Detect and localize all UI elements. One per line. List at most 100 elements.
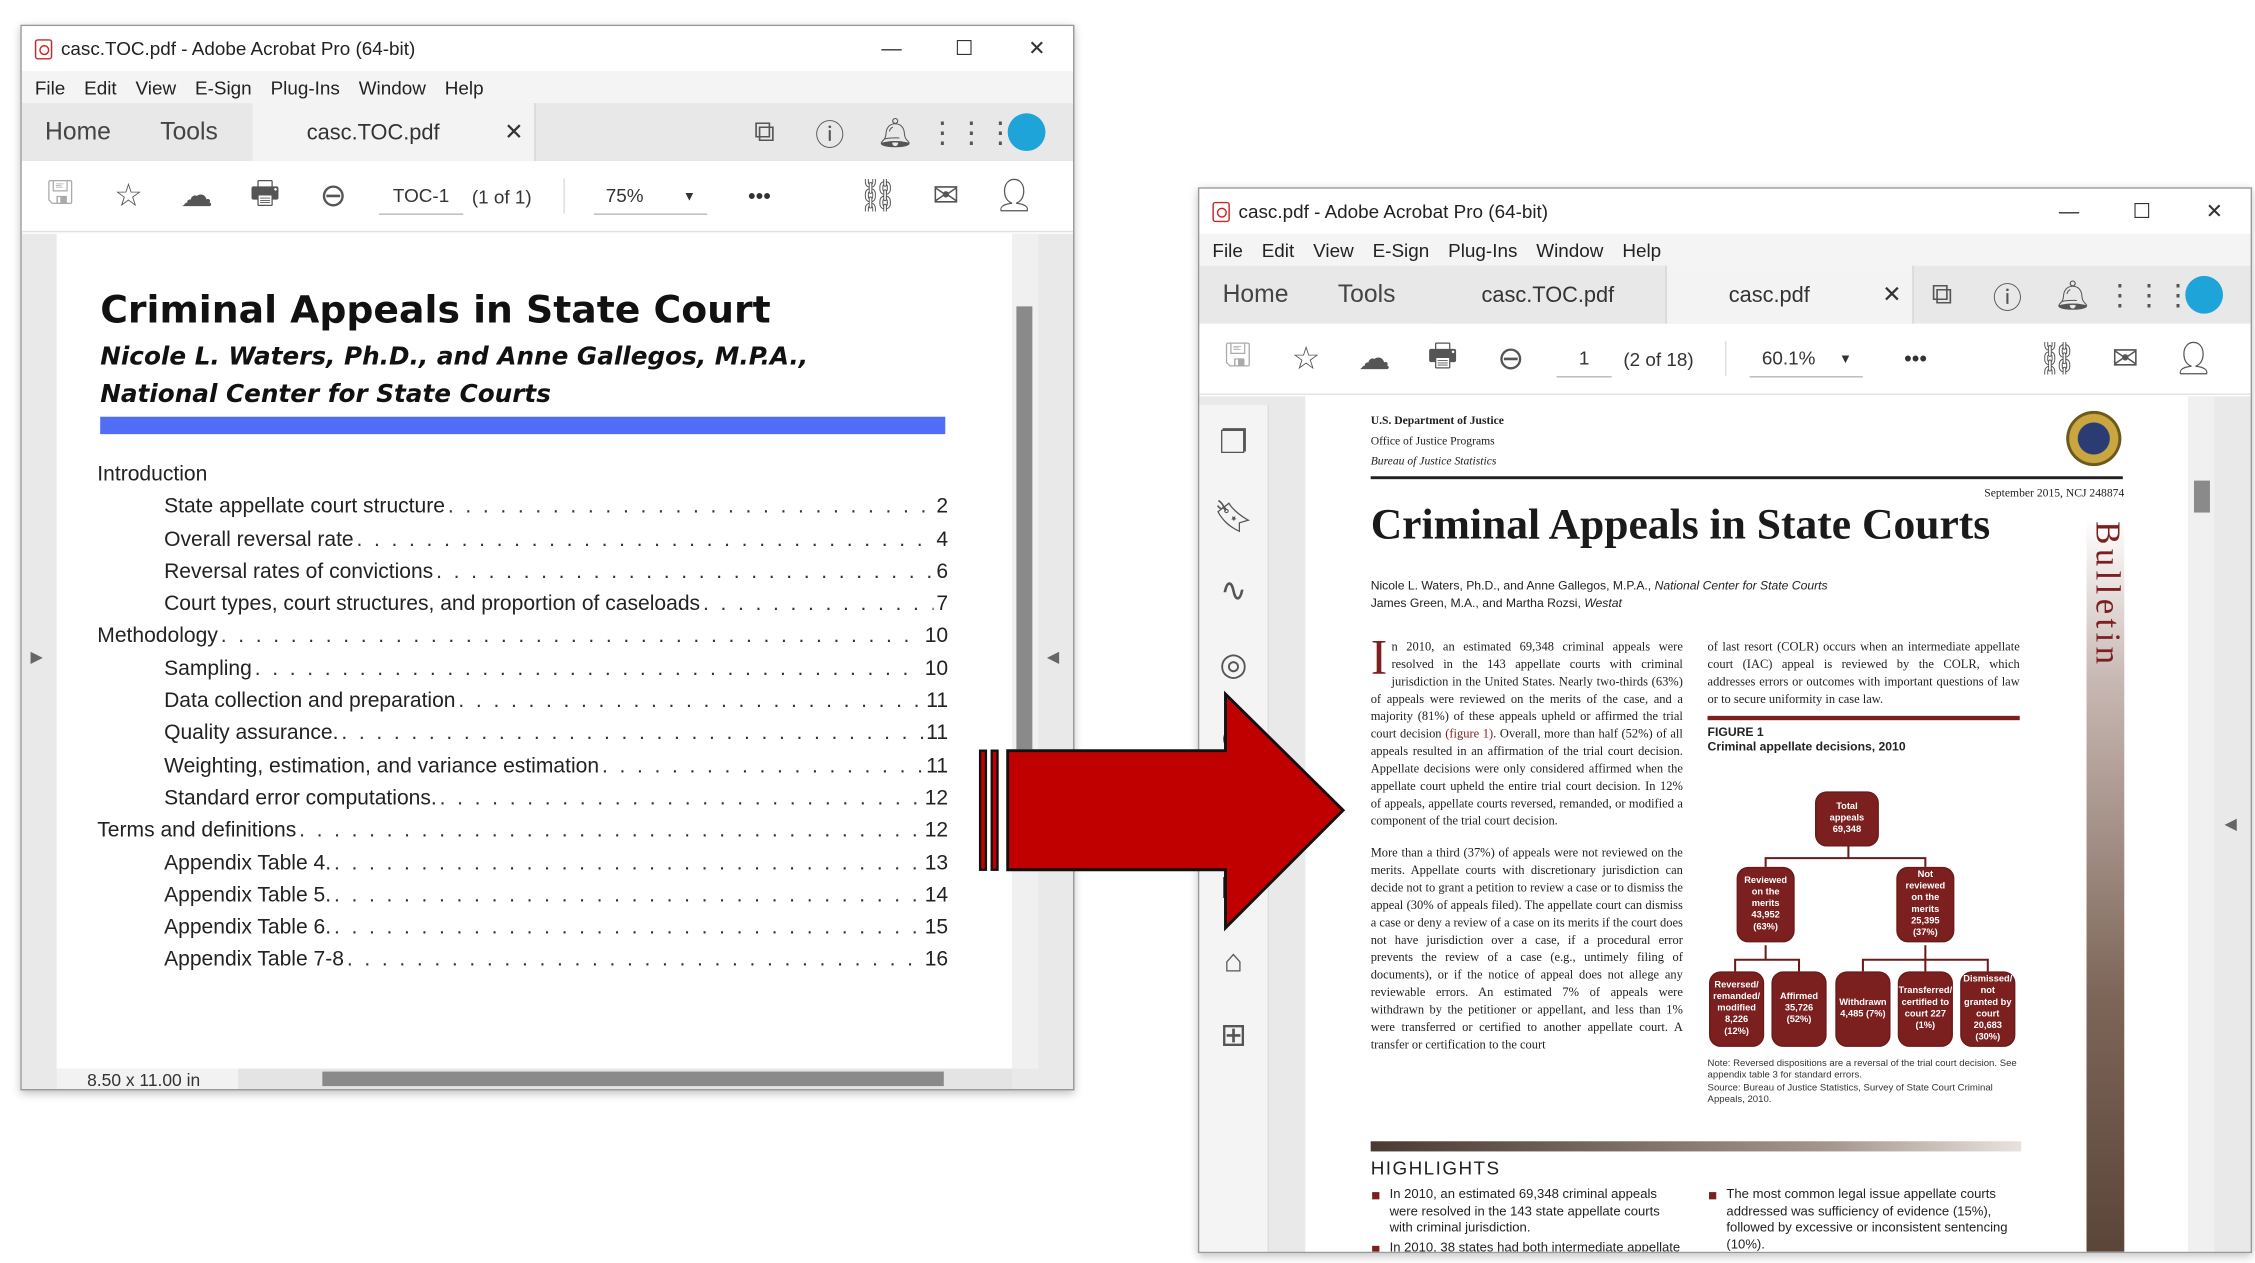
attachments-icon[interactable]: ∿ (1220, 553, 1247, 627)
horizontal-scrollbar-thumb[interactable] (322, 1071, 944, 1087)
avatar[interactable] (993, 113, 1058, 152)
expand-left-panel-icon[interactable]: ▶ (30, 648, 42, 666)
toc-entry[interactable]: Quality assurance. . . . . . . . . . . .… (97, 718, 948, 750)
bookmarks-icon[interactable]: 🔖︎ (1213, 479, 1254, 553)
bookmark-star-icon[interactable]: ☆ (94, 177, 162, 215)
bookmark-star-icon[interactable]: ☆ (1272, 340, 1340, 378)
scrollbar-thumb[interactable] (1016, 306, 1033, 750)
toc-entry[interactable]: Overall reversal rate . . . . . . . . . … (97, 524, 948, 556)
minimize-button[interactable]: — (855, 26, 928, 71)
toc-entry[interactable]: Methodology . . . . . . . . . . . . . . … (97, 621, 948, 653)
toc-entry[interactable]: Data collection and preparation . . . . … (97, 685, 948, 717)
toc-entry-page: 10 (924, 625, 949, 649)
tab-tools[interactable]: Tools (160, 118, 218, 147)
menu-plugins[interactable]: Plug-Ins (1448, 239, 1517, 261)
close-window-button[interactable]: ✕ (2178, 189, 2251, 234)
zoom-search-icon[interactable]: ⊖ (299, 177, 367, 215)
apps-grid-icon[interactable]: ⋮⋮⋮ (928, 114, 1015, 150)
maximize-button[interactable]: ☐ (928, 26, 1001, 71)
vertical-scrollbar[interactable] (2188, 396, 2215, 1252)
toc-entry[interactable]: Sampling . . . . . . . . . . . . . . . .… (97, 653, 948, 685)
email-icon[interactable]: ✉ (2091, 340, 2159, 378)
menu-window[interactable]: Window (1536, 239, 1603, 261)
close-tab-button[interactable]: ✕ (1872, 280, 1913, 309)
toc-entry-page: 11 (926, 754, 949, 778)
menu-plugins[interactable]: Plug-Ins (271, 76, 340, 98)
help-icon[interactable]: ⓘ (797, 111, 862, 153)
vertical-scrollbar[interactable] (1012, 233, 1039, 1069)
zoom-select[interactable]: 75% ▼ (594, 177, 708, 215)
menu-file[interactable]: File (35, 76, 65, 98)
toc-entry-title: Weighting, estimation, and variance esti… (164, 754, 600, 778)
close-tab-button[interactable]: ✕ (494, 118, 535, 147)
scrollbar-thumb[interactable] (2193, 480, 2210, 513)
bell-icon[interactable]: 🔔︎ (862, 114, 927, 150)
avatar[interactable] (2171, 275, 2236, 314)
toc-entry[interactable]: Appendix Table 4. . . . . . . . . . . . … (97, 847, 948, 879)
share-screen-icon[interactable]: ⧉ (732, 115, 797, 148)
menu-esign[interactable]: E-Sign (1373, 239, 1430, 261)
toc-entry[interactable]: Weighting, estimation, and variance esti… (97, 750, 948, 782)
doc-tab-label: casc.TOC.pdf (1481, 282, 1615, 308)
toc-entry[interactable]: Terms and definitions . . . . . . . . . … (97, 815, 948, 847)
menu-help[interactable]: Help (1622, 239, 1661, 261)
print-icon[interactable]: 🖶 (1408, 331, 1476, 386)
tab-home[interactable]: Home (1223, 280, 1289, 309)
tab-home[interactable]: Home (45, 118, 111, 147)
menu-window[interactable]: Window (359, 76, 426, 98)
menu-edit[interactable]: Edit (84, 76, 117, 98)
menu-edit[interactable]: Edit (1262, 239, 1295, 261)
toc-entry[interactable]: Appendix Table 6. . . . . . . . . . . . … (97, 912, 948, 944)
menu-view[interactable]: View (1313, 239, 1354, 261)
more-tools-button[interactable]: ••• (1904, 346, 1927, 371)
print-icon[interactable]: 🖶 (231, 168, 299, 223)
cloud-upload-icon[interactable]: ☁ (163, 177, 231, 215)
email-icon[interactable]: ✉ (912, 177, 980, 215)
apps-grid-icon[interactable]: ⋮⋮⋮ (2105, 277, 2192, 313)
figure-1-link[interactable]: (figure 1) (1445, 726, 1493, 741)
expand-right-panel-icon[interactable]: ◀ (2224, 815, 2236, 833)
pages-thumbnails-icon[interactable]: ❐ (1219, 405, 1248, 479)
minimize-button[interactable]: — (2033, 189, 2106, 234)
share-link-icon[interactable]: ⛓ (844, 177, 912, 215)
authors-line-1: Nicole L. Waters, Ph.D., and Anne Galleg… (1370, 577, 1655, 593)
highlight-item: The most common legal issue appellate co… (1708, 1186, 2020, 1251)
save-icon[interactable]: 🖫 (1204, 331, 1272, 386)
page-number-input[interactable]: 1 (1556, 340, 1612, 378)
toc-entry[interactable]: Appendix Table 7-8 . . . . . . . . . . .… (97, 944, 948, 976)
horizontal-scrollbar[interactable] (238, 1068, 1013, 1090)
tab-tools[interactable]: Tools (1338, 280, 1396, 309)
toc-entry[interactable]: Court types, court structures, and propo… (97, 588, 948, 620)
add-user-icon[interactable]: 👤︎ (980, 177, 1048, 215)
zoom-search-icon[interactable]: ⊖ (1477, 340, 1545, 378)
doc-tab-casc-toc[interactable]: casc.TOC.pdf (1430, 265, 1667, 324)
menu-view[interactable]: View (136, 76, 177, 98)
toc-entry[interactable]: State appellate court structure . . . . … (97, 491, 948, 523)
help-icon[interactable]: ⓘ (1975, 274, 2040, 316)
menu-esign[interactable]: E-Sign (195, 76, 252, 98)
save-icon[interactable]: 🖫 (26, 168, 94, 223)
expand-right-panel-icon[interactable]: ◀ (1047, 648, 1059, 666)
cloud-upload-icon[interactable]: ☁ (1340, 340, 1408, 378)
toc-entry[interactable]: Standard error computations. . . . . . .… (97, 783, 948, 815)
toc-leader-dots: . . . . . . . . . . . . . . . . . . . . … (220, 625, 922, 649)
status-bar: 8.50 x 11.00 in (56, 1068, 1013, 1090)
share-screen-icon[interactable]: ⧉ (1909, 278, 1974, 311)
menu-help[interactable]: Help (445, 76, 484, 98)
menu-file[interactable]: File (1212, 239, 1242, 261)
close-window-button[interactable]: ✕ (1000, 26, 1073, 71)
add-user-icon[interactable]: 👤︎ (2159, 340, 2227, 378)
toc-entry[interactable]: Reversal rates of convictions . . . . . … (97, 556, 948, 588)
doc-tab-casc-toc[interactable]: casc.TOC.pdf ✕ (252, 103, 536, 162)
structure-tree-icon[interactable]: ⊞ (1220, 998, 1247, 1072)
page-number-input[interactable]: TOC-1 (378, 177, 464, 215)
toc-entry[interactable]: Introduction (97, 459, 948, 491)
more-tools-button[interactable]: ••• (748, 184, 771, 209)
toc-entry[interactable]: Appendix Table 5. . . . . . . . . . . . … (97, 880, 948, 912)
share-link-icon[interactable]: ⛓ (2023, 340, 2091, 378)
doc-tab-casc[interactable]: casc.pdf ✕ (1666, 265, 1914, 324)
zoom-select[interactable]: 60.1% ▼ (1750, 340, 1864, 378)
toc-leader-dots: . . . . . . . . . . . . . . . . . . . . … (334, 916, 922, 940)
maximize-button[interactable]: ☐ (2105, 189, 2178, 234)
bell-icon[interactable]: 🔔︎ (2040, 277, 2105, 313)
